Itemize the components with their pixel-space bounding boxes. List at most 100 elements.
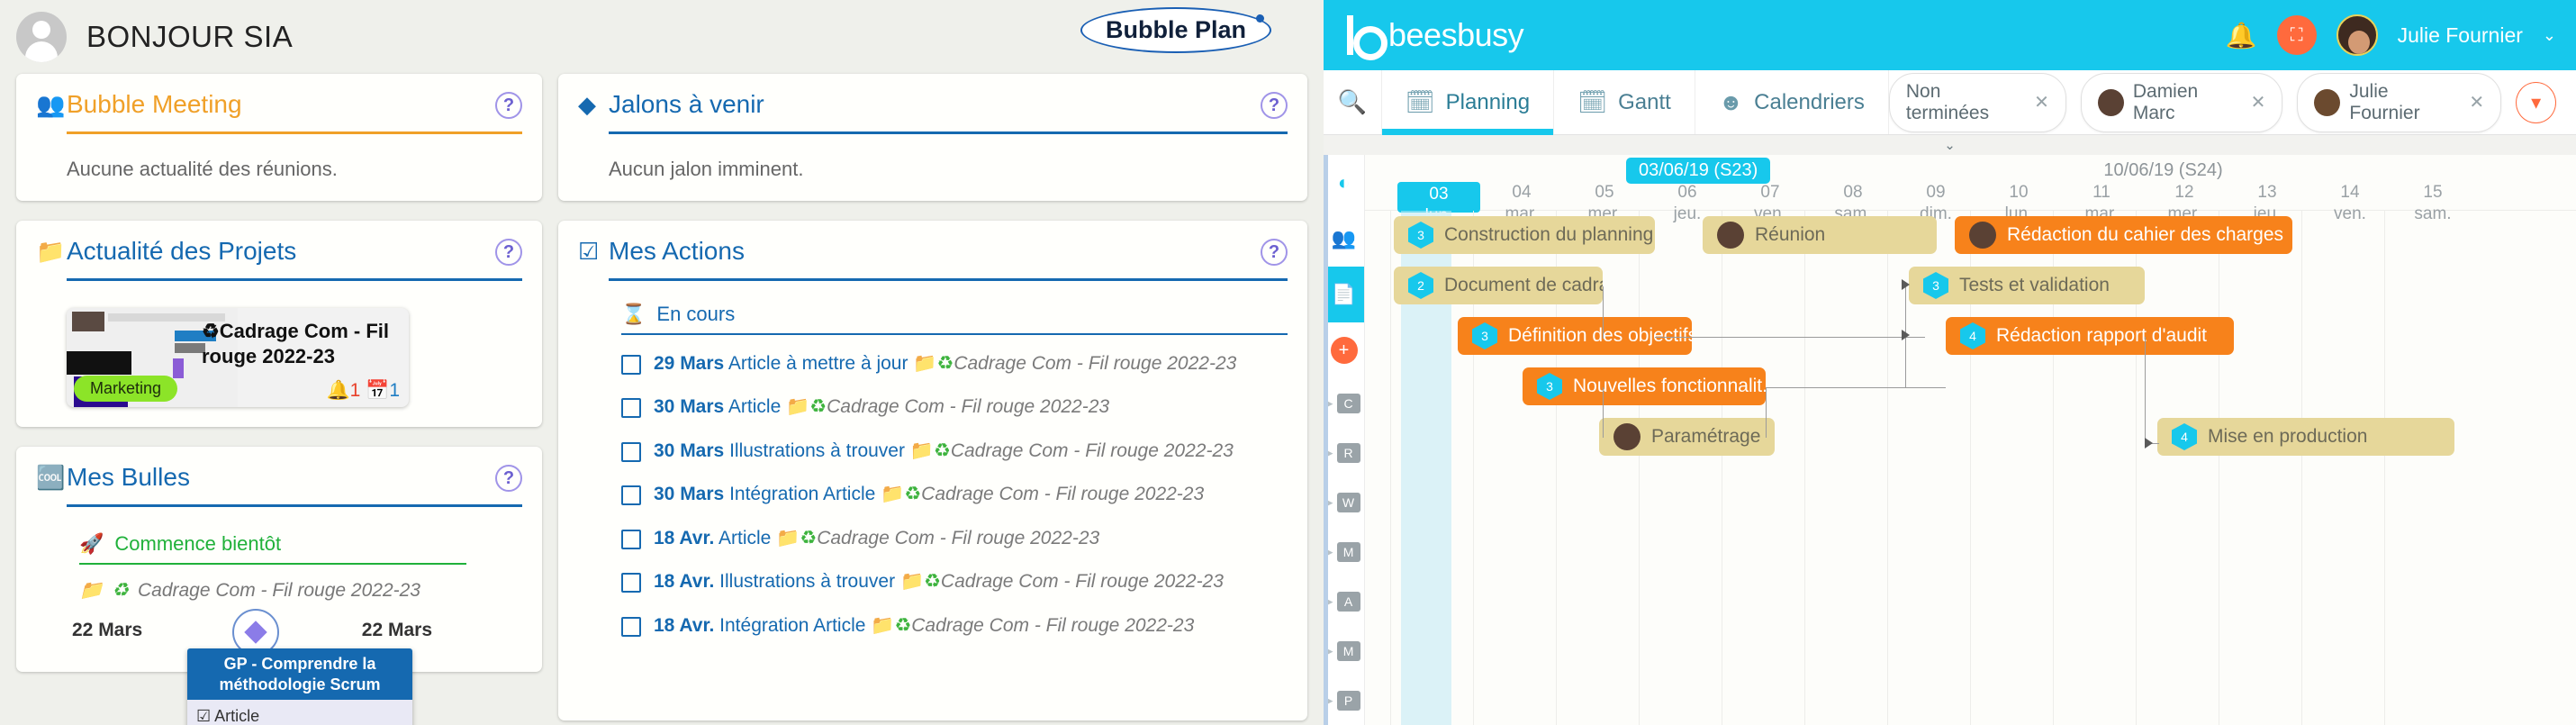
- action-row[interactable]: 30 Mars Illustrations à trouver 📁♻Cadrag…: [621, 430, 1288, 473]
- tab-gantt[interactable]: 🗓 Gantt: [1554, 70, 1695, 134]
- calendar-icon: 🗓: [1405, 88, 1435, 115]
- action-row[interactable]: 29 Mars Article à mettre à jour 📁♻Cadrag…: [621, 342, 1288, 385]
- action-project: Cadrage Com - Fil rouge 2022-23: [954, 353, 1237, 374]
- action-row[interactable]: 18 Avr. Article 📁♻Cadrage Com - Fil roug…: [621, 517, 1288, 560]
- rail-folder-6[interactable]: ▸ P: [1324, 675, 1364, 725]
- gantt-gridline: [1887, 211, 1888, 725]
- action-date: 18 Avr.: [654, 614, 715, 636]
- gantt-task-bar[interactable]: Rédaction du cahier des charges: [1955, 216, 2292, 254]
- gantt-task-bar[interactable]: 3 Construction du planning: [1394, 216, 1655, 254]
- rail-folder-1[interactable]: ▸ R: [1324, 428, 1364, 477]
- rail-folder-3[interactable]: ▸ M: [1324, 527, 1364, 576]
- gantt-task-bar[interactable]: 3 Définition des objectifs: [1458, 317, 1692, 355]
- gantt-timeline-body[interactable]: 3 Construction du planning Réunion Rédactio…: [1365, 211, 2576, 725]
- gantt-task-bar[interactable]: 3 Nouvelles fonctionnalit...: [1523, 367, 1766, 405]
- search-icon[interactable]: 🔍: [1324, 70, 1382, 134]
- action-checkbox[interactable]: [621, 485, 641, 506]
- action-checkbox[interactable]: [621, 398, 641, 419]
- gantt-task-bar[interactable]: Réunion: [1703, 216, 1937, 254]
- filter-chip-julie-fournier[interactable]: Julie Fournier ✕: [2297, 72, 2502, 132]
- task-label: Paramétrage: [1651, 426, 1761, 447]
- rail-item-plus-circle[interactable]: +: [1324, 322, 1364, 378]
- filter-chip-damien-marc[interactable]: Damien Marc ✕: [2080, 72, 2283, 132]
- gantt-task-bar[interactable]: 4 Mise en production: [2157, 418, 2454, 456]
- action-text: 18 Avr. Article 📁♻Cadrage Com - Fil roug…: [654, 525, 1099, 552]
- card-title: Actualité des Projets: [67, 237, 297, 265]
- recycle-icon: ♻: [924, 571, 941, 593]
- bubble-plan-logo[interactable]: Bubble Plan: [1080, 7, 1271, 53]
- sidebar-rail: ◐ 👥 📄 + ▸ C ▸ R ▸ W ▸ M ▸ A ▸ M ▸ P: [1324, 155, 1365, 725]
- day-number: 07: [1760, 183, 1780, 202]
- project-name: ♻Cadrage Com - Fil rouge 2022-23: [202, 320, 389, 367]
- card-header: ◆ Jalons à venir ?: [578, 90, 1288, 126]
- action-date: 29 Mars: [654, 353, 725, 374]
- close-icon[interactable]: ✕: [2034, 91, 2049, 113]
- gantt-task-bar[interactable]: Paramétrage: [1599, 418, 1775, 456]
- rail-item-team[interactable]: 👥: [1324, 211, 1364, 267]
- folder-icon: R: [1336, 442, 1360, 463]
- card-title: Mes Actions: [609, 237, 745, 265]
- task-badge: 4: [1960, 322, 1985, 349]
- action-checkbox[interactable]: [621, 529, 641, 549]
- help-icon[interactable]: ?: [495, 239, 522, 266]
- action-checkbox[interactable]: [621, 441, 641, 462]
- action-checkbox[interactable]: [621, 355, 641, 375]
- gantt-task-bar[interactable]: 2 Document de cadrage: [1394, 267, 1603, 304]
- action-row[interactable]: 18 Avr. Intégration Article 📁♻Cadrage Co…: [621, 604, 1288, 648]
- close-icon[interactable]: ✕: [2251, 91, 2266, 113]
- avatar[interactable]: [16, 12, 67, 62]
- task-badge: 3: [1472, 322, 1497, 349]
- action-row[interactable]: 18 Avr. Illustrations à trouver 📁♻Cadrag…: [621, 560, 1288, 603]
- rail-folder-0[interactable]: ▸ C: [1324, 378, 1364, 428]
- help-icon[interactable]: ?: [495, 465, 522, 492]
- chevron-down-icon[interactable]: ⌄: [2543, 26, 2556, 45]
- action-checkbox[interactable]: [621, 573, 641, 594]
- gantt-chart[interactable]: 03lun.04mar.05mer.06jeu.07ven.08sam.09di…: [1365, 155, 2576, 725]
- divider: [621, 333, 1288, 335]
- filter-chip-non-terminees[interactable]: Non terminées ✕: [1888, 72, 2066, 132]
- card-bubble-meeting: 👥 Bubble Meeting ? Aucune actualité des …: [16, 74, 542, 201]
- action-text: 30 Mars Illustrations à trouver 📁♻Cadrag…: [654, 438, 1234, 465]
- gantt-task-bar[interactable]: 3 Tests et validation: [1909, 267, 2145, 304]
- dashboard-column-right: ◆ Jalons à venir ? Aucun jalon imminent.…: [558, 74, 1307, 720]
- action-row[interactable]: 30 Mars Intégration Article 📁♻Cadrage Co…: [621, 473, 1288, 516]
- tab-label: Gantt: [1618, 89, 1671, 114]
- bell-icon[interactable]: 🔔: [2226, 21, 2257, 50]
- close-icon[interactable]: ✕: [2469, 91, 2484, 113]
- rail-folder-2[interactable]: ▸ W: [1324, 477, 1364, 527]
- gantt-task-bar[interactable]: 4 Rédaction rapport d'audit: [1946, 317, 2234, 355]
- fullscreen-icon[interactable]: ⛶: [2276, 15, 2317, 55]
- tab-label: Calendriers: [1754, 89, 1865, 114]
- avatar[interactable]: [2336, 14, 2378, 56]
- bulle-project[interactable]: 📁 ♻ Cadrage Com - Fil rouge 2022-23: [79, 579, 522, 602]
- card-title: Bubble Meeting: [67, 90, 242, 118]
- help-icon[interactable]: ?: [1261, 239, 1288, 266]
- gantt-dependency-arrow: [2145, 438, 2153, 449]
- rail-folder-4[interactable]: ▸ A: [1324, 576, 1364, 626]
- rail-item-chart-pie[interactable]: ◐: [1324, 155, 1364, 211]
- project-card[interactable]: Marketing ♻Cadrage Com - Fil rouge 2022-…: [67, 308, 409, 407]
- gantt-day-column: 03lun.: [1397, 182, 1480, 225]
- funnel-icon[interactable]: ▾: [2516, 81, 2556, 123]
- rail-folder-5[interactable]: ▸ M: [1324, 626, 1364, 675]
- folder-icon: 📁: [913, 353, 937, 374]
- help-icon[interactable]: ?: [495, 92, 522, 119]
- help-icon[interactable]: ?: [1261, 92, 1288, 119]
- beesbusy-main: ◐👥📄+▸C▸R▸W▸M▸A▸M▸P 03lun.04mar.05mer.06j…: [1324, 155, 2576, 725]
- action-checkbox[interactable]: [621, 616, 641, 637]
- action-date: 30 Mars: [654, 440, 725, 461]
- tab-planning[interactable]: 🗓 Planning: [1381, 70, 1555, 135]
- action-label: Illustrations à trouver: [719, 571, 896, 593]
- rail-item-document[interactable]: 📄: [1324, 267, 1364, 322]
- avatar: [2097, 88, 2124, 116]
- checkbox-checked-icon: ☑: [196, 707, 212, 725]
- gantt-dependency-link: [1655, 337, 1925, 338]
- action-project: Cadrage Com - Fil rouge 2022-23: [950, 440, 1234, 461]
- action-text: 30 Mars Article 📁♻Cadrage Com - Fil roug…: [654, 394, 1109, 421]
- action-row[interactable]: 30 Mars Article 📁♻Cadrage Com - Fil roug…: [621, 385, 1288, 429]
- beesbusy-logo[interactable]: beesbusy: [1343, 15, 1524, 60]
- card-mes-bulles: 🆒 Mes Bulles ? 🚀 Commence bientôt 📁 ♻ Ca…: [16, 447, 542, 725]
- tab-calendriers[interactable]: ☻ Calendriers: [1695, 70, 1889, 134]
- diamond-icon: [244, 621, 267, 644]
- collapse-toggle[interactable]: ⌄: [1324, 135, 2576, 155]
